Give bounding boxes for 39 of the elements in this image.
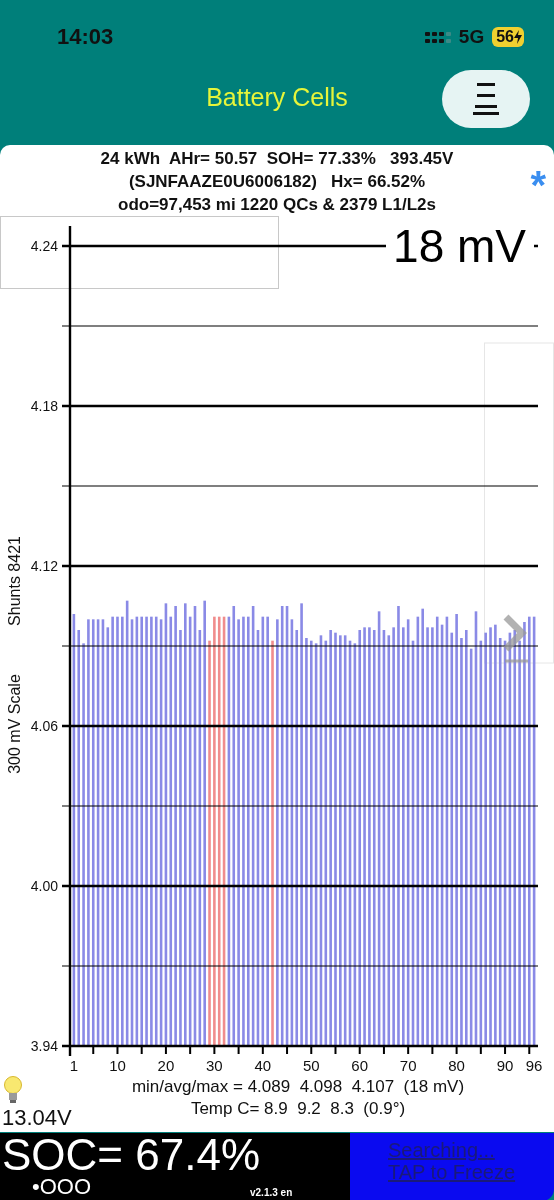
aux-battery-voltage: 13.04V	[2, 1105, 72, 1131]
x-tick-label: 1	[69, 1057, 79, 1074]
summary-line: (SJNFAAZE0U6006182) Hx= 66.52%	[128, 171, 426, 193]
chevron-icon[interactable]	[503, 614, 528, 663]
y-axis-label: 300 mV Scale	[6, 674, 23, 774]
y-tick-label: 4.24	[30, 238, 58, 254]
y-tick-label: 4.18	[30, 398, 58, 414]
x-tick-label: 30	[206, 1057, 223, 1074]
x-tick-label: 10	[109, 1057, 126, 1074]
x-tick-label: 60	[351, 1057, 369, 1074]
x-tick-label: 20	[157, 1057, 175, 1074]
signal-icon	[424, 30, 451, 44]
voltage-stats: min/avg/max = 4.089 4.098 4.107 (18 mV)	[131, 1076, 465, 1098]
temperature-stats: Temp C= 8.9 9.2 8.3 (0.9°)	[190, 1098, 406, 1120]
x-tick-label: 80	[448, 1057, 465, 1074]
network-label: 5G	[458, 26, 485, 48]
asterisk-button[interactable]: *	[530, 165, 546, 205]
shunts-label: Shunts 8421	[6, 536, 23, 626]
x-tick-label: 90	[496, 1057, 514, 1074]
summary-line: 24 kWh AHr= 50.57 SOH= 77.33% 393.45V	[100, 148, 454, 170]
screen-title: Battery Cells	[206, 82, 348, 112]
menu-button[interactable]	[442, 70, 530, 128]
menu-icon	[473, 82, 499, 116]
lightbulb-icon[interactable]	[2, 1076, 24, 1104]
y-tick-label: 3.94	[30, 1038, 58, 1054]
x-tick-label: 40	[254, 1057, 272, 1074]
status-time: 14:03	[57, 24, 115, 50]
spread-reading: 18 mV	[393, 220, 526, 272]
version-label: v2.1.3 en	[250, 1187, 293, 1198]
y-tick-label: 4.06	[30, 718, 58, 734]
battery-indicator: 56	[492, 27, 524, 47]
y-tick-label: 4.00	[30, 878, 58, 894]
x-tick-label: 70	[399, 1057, 417, 1074]
y-tick-label: 4.12	[30, 558, 58, 574]
freeze-link[interactable]: TAP to Freeze	[388, 1161, 554, 1183]
x-tick-label: 50	[302, 1057, 320, 1074]
x-tick-label: 96	[525, 1057, 543, 1074]
summary-line: odo=97,453 mi 1220 QCs & 2379 L1/L2s	[118, 194, 436, 216]
status-link[interactable]: Searching...	[388, 1139, 554, 1161]
